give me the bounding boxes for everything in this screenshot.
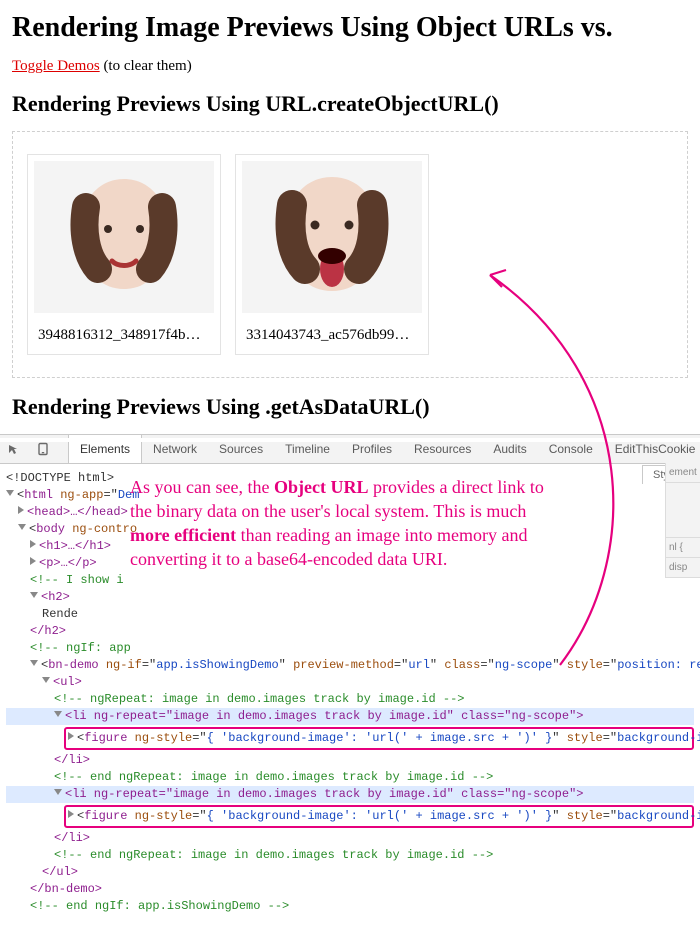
dom-line[interactable]: <!-- I show i bbox=[6, 572, 694, 589]
dom-line[interactable]: <!-- end ngRepeat: image in demo.images … bbox=[6, 847, 694, 864]
chevron-down-icon[interactable] bbox=[30, 592, 38, 598]
chevron-down-icon[interactable] bbox=[18, 524, 26, 530]
preview-card: 3948816312_348917f4b… bbox=[27, 154, 221, 355]
dom-line[interactable]: <!-- end ngIf: app.isShowingDemo --> bbox=[6, 898, 694, 915]
chevron-right-icon[interactable] bbox=[68, 732, 74, 740]
toggle-suffix: (to clear them) bbox=[100, 58, 192, 74]
dom-highlight-figure[interactable]: <figure ng-style="{ 'background-image': … bbox=[64, 727, 694, 750]
preview-card: 3314043743_ac576db99… bbox=[235, 154, 429, 355]
dom-line[interactable]: <!-- ngRepeat: image in demo.images trac… bbox=[6, 691, 694, 708]
preview-dropzone[interactable]: 3948816312_348917f4b… 3314043743_ac576db… bbox=[12, 131, 688, 378]
chevron-right-icon[interactable] bbox=[18, 506, 24, 514]
preview-caption: 3948816312_348917f4b… bbox=[28, 319, 220, 354]
section2-title: Rendering Previews Using .getAsDataURL() bbox=[12, 394, 688, 420]
dom-line[interactable]: <h2> bbox=[6, 589, 694, 606]
dom-line[interactable]: </h2> bbox=[6, 623, 694, 640]
dom-line[interactable]: </ul> bbox=[6, 864, 694, 881]
chevron-right-icon[interactable] bbox=[30, 557, 36, 565]
toggle-row: Toggle Demos (to clear them) bbox=[12, 58, 688, 75]
dom-tree[interactable]: <!DOCTYPE html> <html ng-app="Dem <head>… bbox=[0, 464, 700, 925]
dom-highlight-figure[interactable]: <figure ng-style="{ 'background-image': … bbox=[64, 805, 694, 828]
dom-line[interactable]: <li ng-repeat="image in demo.images trac… bbox=[6, 708, 694, 725]
dom-line[interactable]: <bn-demo ng-if="app.isShowingDemo" previ… bbox=[6, 657, 694, 674]
dom-line[interactable]: <!-- end ngRepeat: image in demo.images … bbox=[6, 769, 694, 786]
dom-line[interactable]: <li ng-repeat="image in demo.images trac… bbox=[6, 786, 694, 803]
dom-line[interactable]: <head>…</head> bbox=[6, 504, 694, 521]
dom-line[interactable]: <h1>…</h1> bbox=[6, 538, 694, 555]
dom-line[interactable]: </li> bbox=[6, 830, 694, 847]
dom-line[interactable]: </bn-demo> bbox=[6, 881, 694, 898]
devtools-panel: Elements Network Sources Timeline Profil… bbox=[0, 434, 700, 925]
dom-line[interactable]: <!DOCTYPE html> bbox=[6, 470, 694, 487]
dom-line[interactable]: Rende bbox=[6, 606, 694, 623]
inspect-icon[interactable] bbox=[6, 442, 20, 456]
page-title: Rendering Image Previews Using Object UR… bbox=[12, 12, 688, 44]
dom-line[interactable]: <body ng-contro bbox=[6, 521, 694, 538]
section-divider-mask bbox=[0, 438, 700, 442]
chevron-down-icon[interactable] bbox=[30, 660, 38, 666]
dom-line[interactable]: </li> bbox=[6, 752, 694, 769]
toggle-demos-link[interactable]: Toggle Demos bbox=[12, 58, 100, 74]
chevron-right-icon[interactable] bbox=[30, 540, 36, 548]
preview-caption: 3314043743_ac576db99… bbox=[236, 319, 428, 354]
chevron-down-icon[interactable] bbox=[54, 789, 62, 795]
device-icon[interactable] bbox=[36, 442, 50, 456]
section1-title: Rendering Previews Using URL.createObjec… bbox=[12, 91, 688, 117]
chevron-right-icon[interactable] bbox=[68, 810, 74, 818]
dom-line[interactable]: <p>…</p> bbox=[6, 555, 694, 572]
dom-line[interactable]: <html ng-app="Dem bbox=[6, 487, 694, 504]
preview-image bbox=[242, 161, 422, 313]
dom-line[interactable]: <ul> bbox=[6, 674, 694, 691]
preview-image bbox=[34, 161, 214, 313]
chevron-down-icon[interactable] bbox=[54, 711, 62, 717]
chevron-down-icon[interactable] bbox=[6, 490, 14, 496]
dom-line[interactable]: <!-- ngIf: app bbox=[6, 640, 694, 657]
chevron-down-icon[interactable] bbox=[42, 677, 50, 683]
